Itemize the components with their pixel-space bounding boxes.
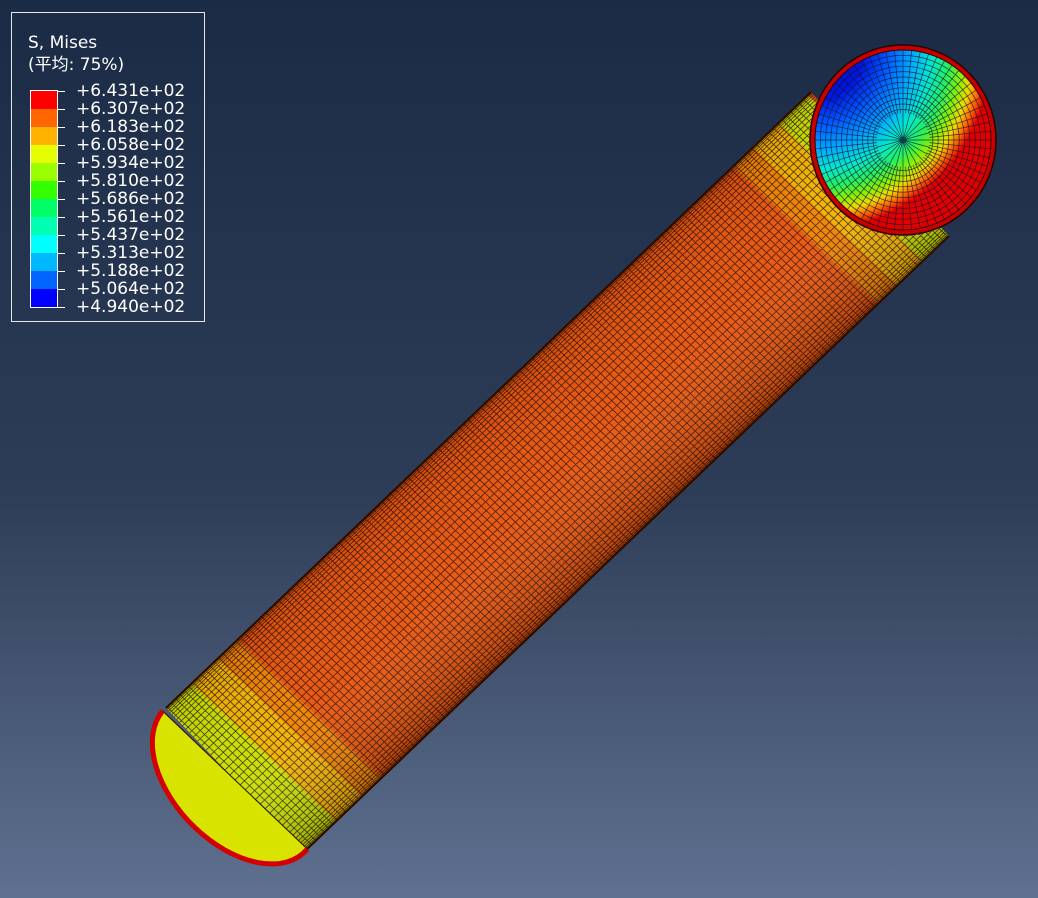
contour-legend: S, Mises (平均: 75%) +6.431e+02 +6.307e+02 +… <box>11 12 205 322</box>
tube-top-face <box>809 44 997 236</box>
legend-tick <box>57 181 65 182</box>
legend-swatch <box>31 253 57 271</box>
legend-swatch <box>31 163 57 181</box>
legend-swatch <box>31 235 57 253</box>
legend-swatch <box>31 271 57 289</box>
legend-value-label: +5.313e+02 <box>76 243 186 263</box>
legend-value-label: +5.064e+02 <box>76 279 186 299</box>
legend-tick <box>57 271 65 272</box>
legend-value-label: +6.183e+02 <box>76 117 186 137</box>
legend-tick <box>57 253 65 254</box>
legend-tick <box>57 217 65 218</box>
legend-swatch <box>31 181 57 199</box>
legend-value-label: +5.686e+02 <box>76 189 186 209</box>
legend-subtitle: (平均: 75%) <box>28 55 125 75</box>
legend-swatch <box>31 109 57 127</box>
legend-tick <box>57 199 65 200</box>
legend-swatch <box>31 91 57 109</box>
legend-value-label: +5.934e+02 <box>76 153 186 173</box>
legend-value-label: +6.058e+02 <box>76 135 186 155</box>
legend-swatch <box>31 289 57 307</box>
legend-value-label: +5.437e+02 <box>76 225 186 245</box>
legend-value-label: +6.431e+02 <box>76 81 186 101</box>
legend-tick <box>57 91 65 92</box>
legend-color-bar <box>30 90 58 308</box>
legend-swatch <box>31 145 57 163</box>
legend-title: S, Mises <box>28 33 98 53</box>
legend-swatch <box>31 127 57 145</box>
legend-value-label: +4.940e+02 <box>76 297 186 317</box>
legend-tick <box>57 145 65 146</box>
legend-value-label: +5.561e+02 <box>76 207 186 227</box>
legend-value-label: +5.188e+02 <box>76 261 186 281</box>
legend-tick <box>57 307 65 308</box>
legend-swatch <box>31 217 57 235</box>
legend-value-label: +6.307e+02 <box>76 99 186 119</box>
legend-swatch <box>31 199 57 217</box>
legend-tick <box>57 109 65 110</box>
legend-tick <box>57 235 65 236</box>
legend-tick <box>57 163 65 164</box>
legend-tick <box>57 127 65 128</box>
legend-tick <box>57 289 65 290</box>
legend-value-label: +5.810e+02 <box>76 171 186 191</box>
